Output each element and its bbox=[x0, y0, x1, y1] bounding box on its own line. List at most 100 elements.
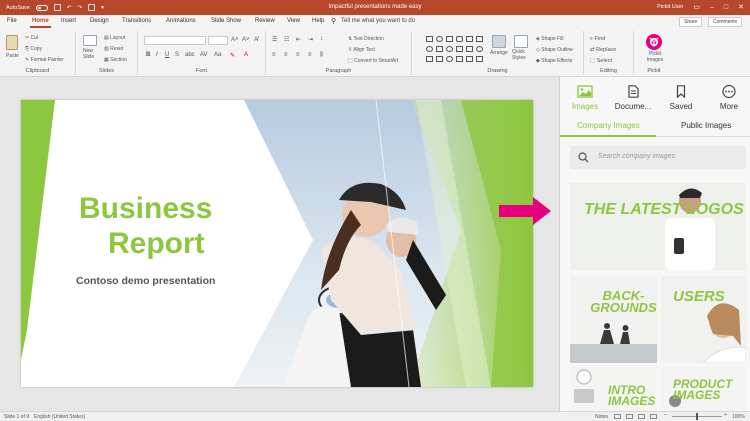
clear-format-icon[interactable]: A̸ bbox=[254, 37, 258, 43]
new-slide-label[interactable]: New Slide bbox=[83, 48, 99, 61]
image-tile-intro[interactable]: Intro images bbox=[570, 367, 657, 411]
slideshow-view-icon[interactable] bbox=[650, 414, 657, 419]
zoom-slider-thumb[interactable] bbox=[696, 413, 698, 420]
pickit-images-label[interactable]: Pickit Images bbox=[644, 51, 666, 64]
tab-design[interactable]: Design bbox=[90, 18, 109, 24]
convert-smartart-button[interactable]: ⬚ Convert to SmartArt bbox=[348, 58, 398, 64]
subtab-public-images[interactable]: Public Images bbox=[681, 121, 731, 130]
slide-title-line1[interactable]: Business bbox=[79, 192, 212, 226]
increase-indent-icon[interactable]: ⇥ bbox=[308, 36, 313, 43]
shape-oval-icon[interactable] bbox=[436, 36, 443, 42]
justify-icon[interactable]: ≡ bbox=[308, 52, 312, 58]
tab-review[interactable]: Review bbox=[255, 18, 275, 24]
strikethrough-icon[interactable]: abc bbox=[185, 52, 195, 58]
share-button[interactable]: Share bbox=[679, 17, 703, 27]
font-color-icon[interactable]: A bbox=[244, 52, 248, 58]
underline-icon[interactable]: U bbox=[165, 52, 169, 58]
shape-rounded-icon[interactable] bbox=[456, 36, 463, 42]
close-icon[interactable]: ✕ bbox=[738, 3, 744, 11]
paste-icon[interactable] bbox=[6, 35, 18, 50]
shape-curve-icon[interactable] bbox=[436, 56, 443, 62]
slide-title-line2[interactable]: Report bbox=[108, 227, 205, 261]
pickit-logo-icon[interactable] bbox=[646, 34, 662, 50]
bold-icon[interactable]: B bbox=[146, 52, 150, 58]
tab-animations[interactable]: Animations bbox=[166, 18, 196, 24]
shape-fill-button[interactable]: ◈ Shape Fill bbox=[536, 36, 563, 42]
shape-paren-icon[interactable] bbox=[446, 56, 453, 62]
image-tile-logos[interactable]: The latest logos bbox=[570, 183, 746, 270]
text-direction-button[interactable]: ⇅ Text Direction bbox=[348, 36, 384, 42]
image-tile-users[interactable]: Users bbox=[661, 276, 746, 363]
shape-brace-icon[interactable] bbox=[466, 46, 473, 52]
align-text-button[interactable]: ⇳ Align Text bbox=[348, 47, 375, 53]
copy-button[interactable]: ⎘ Copy bbox=[25, 46, 42, 52]
tab-help[interactable]: Help bbox=[312, 18, 324, 24]
search-input[interactable]: Search company images bbox=[570, 146, 746, 169]
reset-button[interactable]: ▥ Reset bbox=[104, 46, 123, 52]
shape-smile-icon[interactable] bbox=[446, 46, 453, 52]
line-spacing-icon[interactable]: ↕ bbox=[320, 36, 323, 42]
tell-me-search[interactable]: Tell me what you want to do bbox=[341, 18, 415, 24]
replace-button[interactable]: ⇄ Replace bbox=[590, 47, 616, 53]
change-case-icon[interactable]: Aa bbox=[214, 52, 221, 58]
paste-label[interactable]: Paste bbox=[6, 53, 19, 59]
align-left-icon[interactable]: ≡ bbox=[272, 52, 276, 58]
image-tile-backgrounds[interactable]: Back-grounds bbox=[570, 276, 657, 363]
decrease-indent-icon[interactable]: ⇤ bbox=[296, 36, 301, 43]
tab-insert[interactable]: Insert bbox=[61, 18, 76, 24]
zoom-level[interactable]: 100% bbox=[732, 414, 745, 420]
slide-sorter-icon[interactable] bbox=[626, 414, 633, 419]
shape-more-icon[interactable] bbox=[476, 56, 483, 62]
subtab-company-images[interactable]: Company Images bbox=[577, 121, 640, 130]
shape-rectangle-icon[interactable] bbox=[426, 36, 433, 42]
shape-arrow-icon[interactable] bbox=[476, 36, 483, 42]
nav-documents[interactable]: Docume... bbox=[610, 85, 656, 111]
shrink-font-icon[interactable]: A˅ bbox=[242, 37, 250, 43]
italic-icon[interactable]: I bbox=[156, 52, 158, 58]
shape-triangle-icon[interactable] bbox=[436, 46, 443, 52]
font-size-input[interactable] bbox=[208, 36, 228, 45]
shape-brace2-icon[interactable] bbox=[476, 46, 483, 52]
arrange-icon[interactable] bbox=[492, 35, 506, 48]
language-indicator[interactable]: English (United States) bbox=[34, 414, 85, 420]
shape-square-icon[interactable] bbox=[446, 36, 453, 42]
numbering-icon[interactable]: ☷ bbox=[284, 36, 289, 43]
user-name[interactable]: Pickit User bbox=[657, 4, 683, 10]
nav-more[interactable]: More bbox=[706, 85, 750, 111]
nav-saved[interactable]: Saved bbox=[658, 85, 704, 111]
columns-icon[interactable]: ⫼ bbox=[320, 52, 323, 59]
notes-button[interactable]: Notes bbox=[595, 414, 608, 420]
minimize-icon[interactable]: – bbox=[710, 4, 714, 11]
new-slide-icon[interactable] bbox=[83, 35, 97, 46]
grow-font-icon[interactable]: A˄ bbox=[231, 37, 239, 43]
slide-1[interactable]: Business Report Contoso demo presentatio… bbox=[21, 100, 533, 387]
shape-outline-button[interactable]: ◇ Shape Outline bbox=[536, 47, 573, 53]
shadow-icon[interactable]: S bbox=[175, 52, 179, 58]
font-name-input[interactable] bbox=[144, 36, 206, 45]
normal-view-icon[interactable] bbox=[614, 414, 621, 419]
layout-button[interactable]: ▤ Layout bbox=[104, 35, 125, 41]
tab-home[interactable]: Home bbox=[30, 18, 51, 28]
quick-styles-label[interactable]: Quick Styles bbox=[512, 49, 532, 62]
align-center-icon[interactable]: ≡ bbox=[284, 52, 288, 58]
nav-images[interactable]: Images bbox=[562, 85, 608, 111]
comments-button[interactable]: Comments bbox=[708, 17, 743, 27]
shape-circle-icon[interactable] bbox=[426, 46, 433, 52]
ribbon-display-icon[interactable]: ▭ bbox=[693, 3, 700, 11]
tab-slide-show[interactable]: Slide Show bbox=[211, 18, 241, 24]
align-right-icon[interactable]: ≡ bbox=[296, 52, 300, 58]
shape-callout-icon[interactable] bbox=[466, 36, 473, 42]
reading-view-icon[interactable] bbox=[638, 414, 645, 419]
find-button[interactable]: ⌕ Find bbox=[590, 36, 605, 43]
format-painter-button[interactable]: ✎ Format Painter bbox=[25, 57, 64, 63]
arrange-label[interactable]: Arrange bbox=[490, 50, 508, 56]
shape-effects-button[interactable]: ◆ Shape Effects bbox=[536, 58, 572, 64]
zoom-out-icon[interactable]: – bbox=[664, 412, 667, 418]
shape-brace3-icon[interactable] bbox=[466, 56, 473, 62]
quick-styles-icon[interactable] bbox=[514, 35, 528, 48]
shape-star-icon[interactable] bbox=[456, 46, 463, 52]
select-button[interactable]: ⬚ Select bbox=[590, 58, 612, 64]
image-tile-product[interactable]: Product images bbox=[661, 367, 746, 411]
char-spacing-icon[interactable]: AV bbox=[200, 52, 208, 58]
shape-bracket-icon[interactable] bbox=[456, 56, 463, 62]
